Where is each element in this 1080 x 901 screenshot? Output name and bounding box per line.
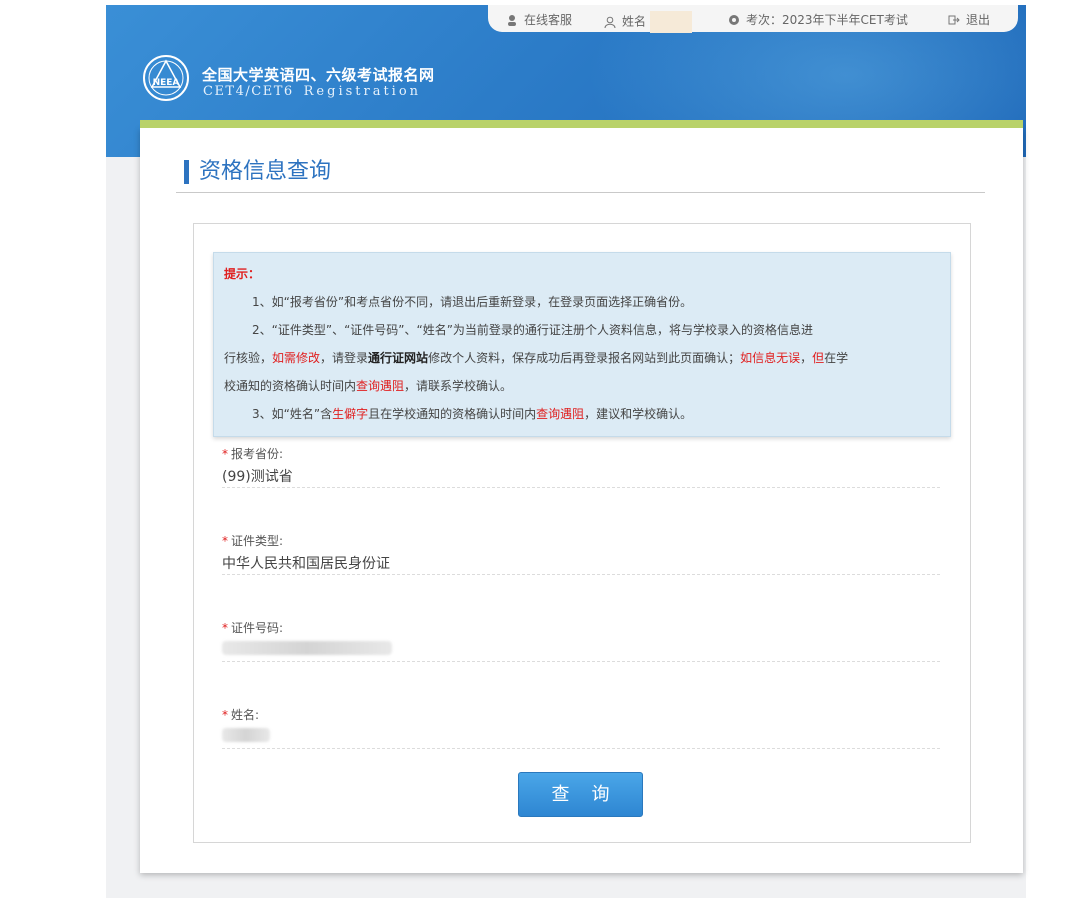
user-name-label: 姓名	[622, 14, 647, 29]
field-name: * 姓名:	[222, 706, 940, 749]
notice-highlight: 生僻字	[332, 407, 369, 421]
field-id-type-label: * 证件类型:	[222, 534, 284, 548]
neea-logo: NEEA	[143, 55, 189, 101]
notice-highlight: 但	[812, 351, 825, 365]
online-service-link[interactable]: 在线客服	[506, 11, 572, 28]
field-divider	[222, 574, 940, 575]
field-id-type: * 证件类型: 中华人民共和国居民身份证	[222, 532, 940, 575]
notice-text: ，请联系学校确认。	[404, 379, 513, 393]
notice-text: 在学	[824, 351, 849, 365]
field-id-type-value: 中华人民共和国居民身份证	[222, 556, 390, 572]
notice-text: 修改个人资料，保存成功后再登录报名网站到此页面确认；	[428, 351, 741, 365]
notice-box: 提示： 1、如“报考省份”和考点省份不同，请退出后重新登录，在登录页面选择正确省…	[213, 252, 951, 437]
redacted-name	[222, 728, 270, 742]
notice-highlight: 查询遇阻	[536, 407, 585, 421]
passport-site-link[interactable]: 通行证网站	[368, 351, 428, 365]
notice-text: ，	[800, 351, 813, 365]
svg-text:NEEA: NEEA	[153, 78, 180, 88]
field-name-label: * 姓名:	[222, 708, 260, 722]
notice-highlight: 如需修改	[272, 351, 321, 365]
notice-highlight: 如信息无误	[740, 351, 801, 365]
logout-link[interactable]: 退出	[948, 11, 990, 28]
query-button[interactable]: 查询	[518, 772, 643, 817]
site-subtitle: CET4/CET6 Registration	[203, 84, 421, 99]
top-bar: 在线客服 姓名 考次：2023年下半年CET考试 退出	[488, 5, 1018, 33]
notice-text: 行核验，	[224, 351, 273, 365]
user-name-redacted	[650, 11, 693, 33]
field-divider	[222, 748, 940, 749]
notice-text: ，建议和学校确认。	[584, 407, 693, 421]
notice-line-2: 2、“证件类型”、“证件号码”、“姓名”为当前登录的通行证注册个人资料信息，将与…	[252, 323, 813, 337]
field-province: * 报考省份: (99)测试省	[222, 445, 940, 488]
accent-stripe	[140, 120, 1023, 128]
notice-text: 且在学校通知的资格确认时间内	[368, 407, 537, 421]
user-name: 姓名	[604, 11, 693, 33]
site-title: 全国大学英语四、六级考试报名网	[202, 66, 435, 84]
notice-text: 3、如“姓名”含	[252, 407, 333, 421]
field-divider	[222, 487, 940, 488]
field-province-label: * 报考省份:	[222, 447, 284, 461]
redacted-id-number	[222, 641, 392, 655]
logout-label: 退出	[966, 13, 991, 27]
notice-line-1: 1、如“报考省份”和考点省份不同，请退出后重新登录，在登录页面选择正确省份。	[252, 295, 693, 309]
exam-icon	[729, 15, 739, 25]
field-province-value: (99)测试省	[222, 469, 293, 485]
notice-line-5: 3、如“姓名”含生僻字且在学校通知的资格确认时间内查询遇阻，建议和学校确认。	[252, 405, 692, 422]
notice-text: 校通知的资格确认时间内	[224, 379, 357, 393]
field-id-number-label: * 证件号码:	[222, 621, 284, 635]
site-subtitle-cet: CET4/CET6	[203, 84, 294, 99]
field-divider	[222, 661, 940, 662]
notice-text: ，请登录	[320, 351, 369, 365]
field-name-value	[222, 727, 940, 745]
notice-line-4: 校通知的资格确认时间内查询遇阻，请联系学校确认。	[224, 377, 512, 394]
field-id-number-value	[222, 640, 940, 658]
user-icon	[604, 16, 616, 28]
field-id-number: * 证件号码:	[222, 619, 940, 662]
notice-line-3: 行核验，如需修改，请登录通行证网站修改个人资料，保存成功后再登录报名网站到此页面…	[224, 349, 848, 366]
site-subtitle-registration: Registration	[303, 84, 422, 99]
logout-icon	[948, 15, 960, 25]
page-title: 资格信息查询	[184, 160, 331, 184]
online-service-label: 在线客服	[524, 13, 573, 27]
exam-session-label: 考次：2023年下半年CET考试	[746, 13, 908, 27]
exam-session: 考次：2023年下半年CET考试	[728, 11, 908, 28]
title-divider	[176, 192, 985, 193]
notice-highlight: 查询遇阻	[356, 379, 405, 393]
notice-header: 提示：	[224, 267, 261, 281]
service-icon	[508, 15, 516, 26]
